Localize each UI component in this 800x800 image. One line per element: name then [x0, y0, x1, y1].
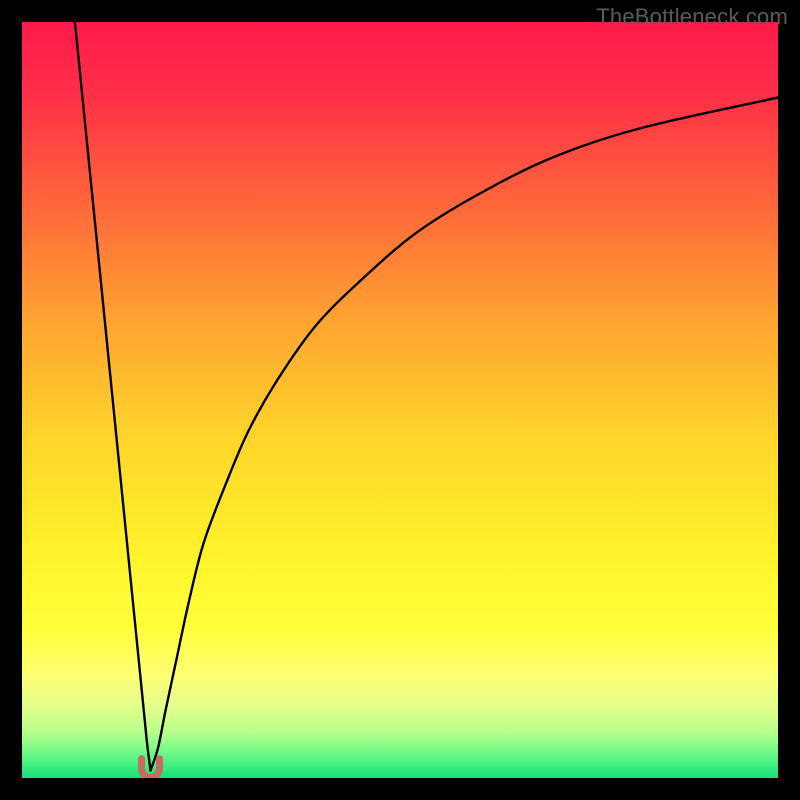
bottleneck-plot	[22, 22, 778, 778]
attribution-text: TheBottleneck.com	[596, 4, 788, 30]
chart-frame: TheBottleneck.com	[0, 0, 800, 800]
plot-background	[22, 22, 778, 778]
